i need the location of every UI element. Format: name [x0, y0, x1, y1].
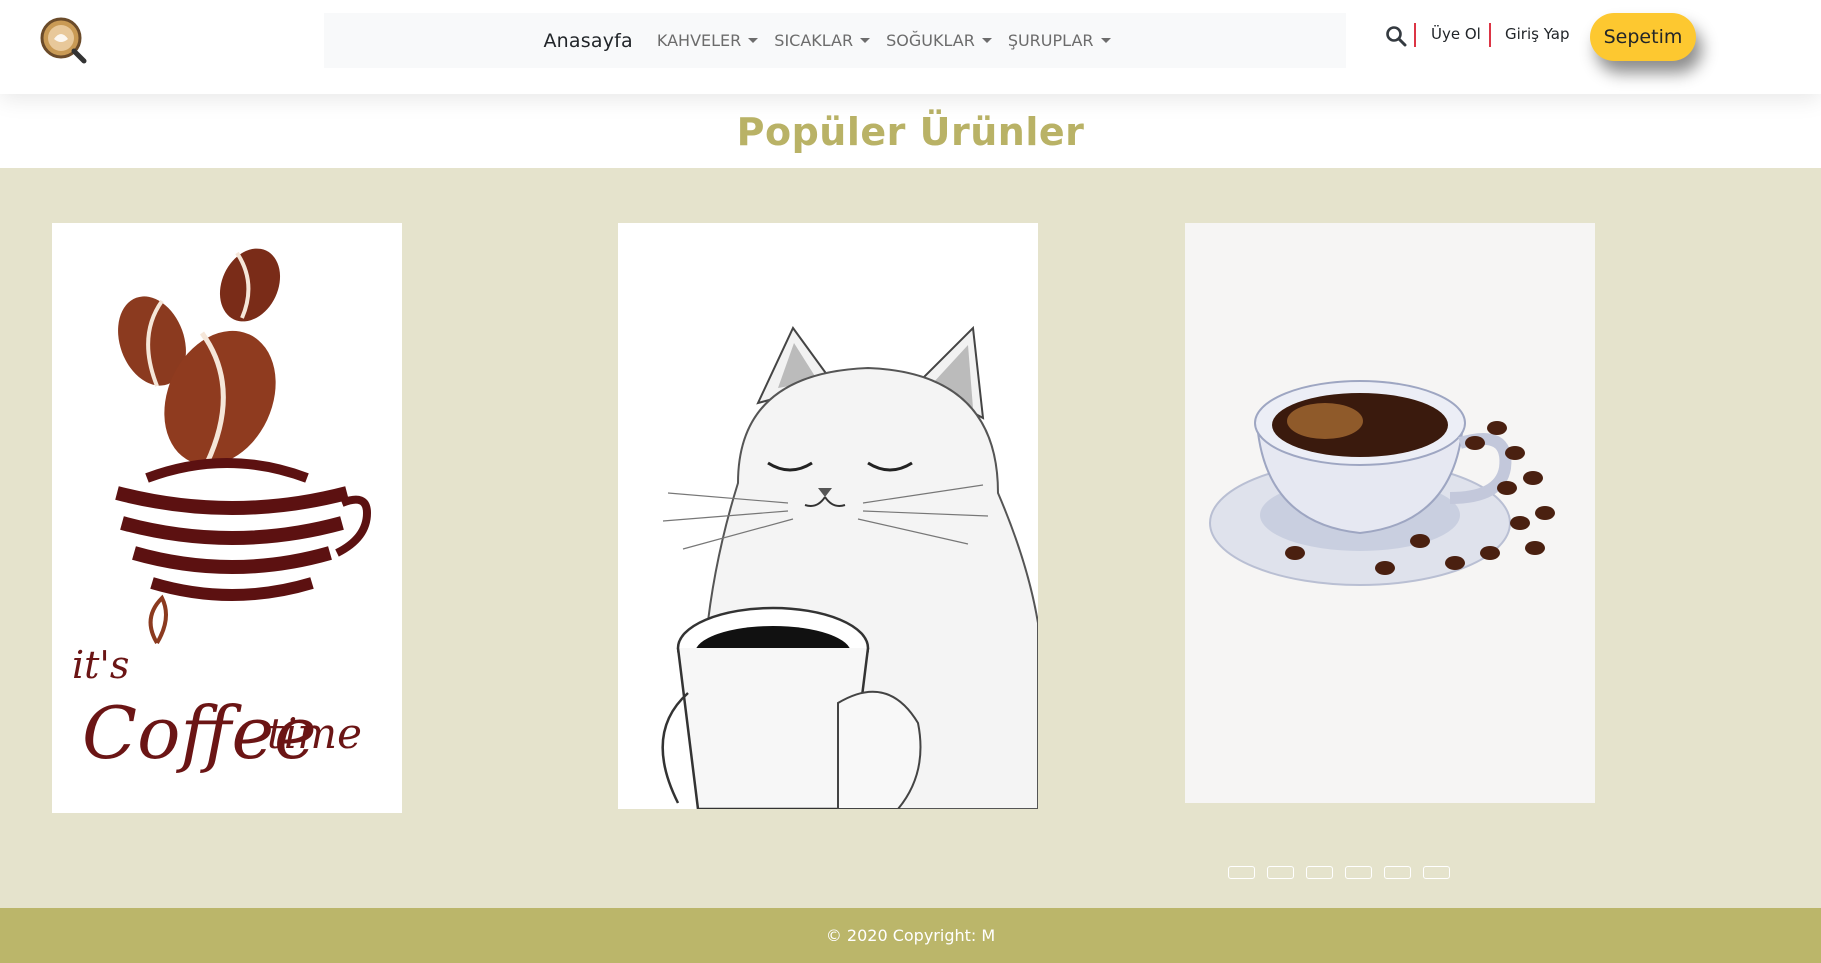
nav-kahveler-label: KAHVELER — [656, 31, 742, 50]
product-image-coffee-cup[interactable] — [1185, 223, 1595, 803]
carousel-indicator[interactable] — [1267, 866, 1294, 879]
site-header: Anasayfa KAHVELER SICAKLAR SOĞUKLAR ŞURU… — [0, 0, 1821, 94]
divider — [1489, 23, 1491, 47]
nav-kahveler-dropdown[interactable]: KAHVELER — [656, 31, 759, 50]
chevron-down-icon — [860, 38, 871, 43]
coffee-logo-icon[interactable] — [38, 15, 88, 65]
carousel-indicators — [1228, 866, 1450, 879]
search-icon[interactable] — [1385, 25, 1407, 47]
nav-suruplar-label: ŞURUPLAR — [1007, 31, 1094, 50]
product-image-cat-coffee[interactable] — [618, 223, 1038, 809]
nav-soguklar-dropdown[interactable]: SOĞUKLAR — [886, 31, 992, 50]
chevron-down-icon — [1100, 38, 1111, 43]
product-image-coffee-beans[interactable]: it's Coffee time — [52, 223, 402, 813]
coffee-bean-icon — [219, 248, 281, 322]
carousel-indicator[interactable] — [1228, 866, 1255, 879]
carousel-indicator[interactable] — [1345, 866, 1372, 879]
nav-soguklar-label: SOĞUKLAR — [886, 31, 975, 50]
chevron-down-icon — [981, 38, 992, 43]
carousel-indicator[interactable] — [1306, 866, 1333, 879]
site-footer: © 2020 Copyright: M — [0, 908, 1821, 963]
nav-home-link[interactable]: Anasayfa — [543, 30, 632, 52]
carousel-indicator[interactable] — [1423, 866, 1450, 879]
carousel-indicator[interactable] — [1384, 866, 1411, 879]
nav-sicaklar-dropdown[interactable]: SICAKLAR — [774, 31, 871, 50]
login-link[interactable]: Giriş Yap — [1505, 25, 1570, 43]
nav-sicaklar-label: SICAKLAR — [774, 31, 854, 50]
logo-lettering: time — [267, 709, 362, 758]
copyright-text: © 2020 Copyright: M — [825, 926, 996, 945]
page-title: Popüler Ürünler — [736, 110, 1085, 154]
nav-suruplar-dropdown[interactable]: ŞURUPLAR — [1008, 31, 1111, 50]
chevron-down-icon — [748, 38, 759, 43]
cart-button[interactable]: Sepetim — [1590, 13, 1696, 61]
divider — [1414, 23, 1416, 47]
logo-lettering: it's — [72, 643, 129, 687]
main-navigation: Anasayfa KAHVELER SICAKLAR SOĞUKLAR ŞURU… — [324, 13, 1346, 68]
signup-link[interactable]: Üye Ol — [1431, 25, 1481, 43]
product-carousel: it's Coffee time — [0, 168, 1821, 908]
